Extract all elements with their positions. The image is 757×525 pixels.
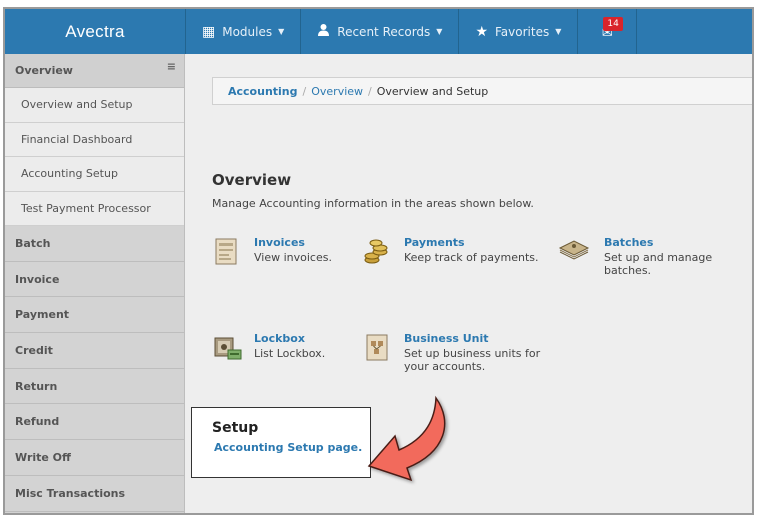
sidebar-section-return[interactable]: Return [5,368,184,405]
tile-payments-desc: Keep track of payments. [404,251,539,264]
sidebar-item-overview-setup[interactable]: Overview and Setup [5,88,184,123]
sidebar-item-test-payment-processor[interactable]: Test Payment Processor [5,191,184,226]
brand-logo[interactable]: Avectra [5,9,185,54]
modules-menu[interactable]: ▦ Modules ▼ [185,9,300,54]
page-title: Overview [212,171,292,189]
tile-business-unit-desc: Set up business units for your accounts. [404,347,541,373]
tile-business-unit: Business Unit Set up business units for … [362,332,554,373]
tile-lockbox-desc: List Lockbox. [254,347,326,360]
recent-records-label: Recent Records [337,24,431,39]
breadcrumb-separator: / [368,84,372,98]
tile-invoices-link[interactable]: Invoices [254,236,332,249]
top-nav: Avectra ▦ Modules ▼ Recent Records ▼ ★ F… [5,9,752,54]
sidebar-section-misc-transactions[interactable]: Misc Transactions [5,475,184,512]
sidebar-section-invoice[interactable]: Invoice [5,261,184,298]
tile-invoices: Invoices View invoices. [212,236,332,270]
sidebar-item-label: Test Payment Processor [21,201,151,215]
sidebar-section-label: Batch [15,236,51,250]
user-icon [317,23,330,40]
breadcrumb-overview[interactable]: Overview [311,85,363,98]
mail-button[interactable]: ✉ 14 [577,9,638,54]
sidebar-section-label: Misc Transactions [15,486,126,500]
tile-batches-desc: Set up and manage batches. [604,251,713,277]
tile-lockbox-link[interactable]: Lockbox [254,332,325,345]
invoice-document-icon [212,236,246,270]
menu-lines-icon[interactable]: ≡ [167,60,176,73]
sidebar-section-label: Payment [15,308,70,322]
sidebar-section-payment[interactable]: Payment [5,297,184,334]
app-window: Avectra ▦ Modules ▼ Recent Records ▼ ★ F… [3,7,754,515]
tile-payments-link[interactable]: Payments [404,236,539,249]
main-content: Accounting / Overview / Overview and Set… [186,54,752,513]
sidebar-section-label: Credit [15,343,53,357]
sidebar-item-label: Overview and Setup [21,98,133,112]
sidebar-section-batch[interactable]: Batch [5,226,184,262]
sidebar-item-accounting-setup[interactable]: Accounting Setup [5,157,184,192]
breadcrumb-current: Overview and Setup [376,84,489,98]
sidebar-section-write-off[interactable]: Write Off [5,440,184,476]
page-description: Manage Accounting information in the are… [212,197,534,210]
lockbox-icon [212,332,246,366]
sidebar-header-label: Overview [15,64,73,77]
favorites-label: Favorites [495,24,550,39]
sidebar-item-label: Financial Dashboard [21,132,133,146]
tile-payments: Payments Keep track of payments. [362,236,539,270]
breadcrumb: Accounting / Overview / Overview and Set… [212,77,752,105]
recent-records-menu[interactable]: Recent Records ▼ [300,9,458,54]
tile-batches: Batches Set up and manage batches. [558,236,719,277]
callout-arrow-icon [367,395,446,482]
setup-callout: Setup Accounting Setup page. [191,407,371,478]
mail-count-badge: 14 [603,17,623,31]
breadcrumb-separator: / [302,84,307,98]
tile-invoices-desc: View invoices. [254,251,332,264]
sidebar-section-label: Write Off [15,450,71,464]
tile-batches-link[interactable]: Batches [604,236,719,249]
sidebar-section-credit[interactable]: Credit [5,333,184,369]
breadcrumb-accounting[interactable]: Accounting [228,85,298,98]
modules-label: Modules [222,24,273,39]
business-unit-document-icon [362,332,396,366]
accounting-setup-link[interactable]: Accounting Setup page. [214,441,370,454]
batch-stack-icon [558,236,592,270]
sidebar-section-label: Refund [15,415,60,429]
star-icon: ★ [475,23,488,40]
coins-icon [362,236,396,270]
chevron-down-icon: ▼ [436,27,443,36]
favorites-menu[interactable]: ★ Favorites ▼ [458,9,577,54]
sidebar-section-label: Return [15,379,58,393]
puzzle-icon: ▦ [202,23,216,40]
chevron-down-icon: ▼ [278,27,285,36]
chevron-down-icon: ▼ [555,27,562,36]
sidebar-section-refund[interactable]: Refund [5,404,184,441]
sidebar-item-financial-dashboard[interactable]: Financial Dashboard [5,122,184,157]
sidebar-item-label: Accounting Setup [21,167,118,181]
sidebar: Overview ≡ Overview and Setup Financial … [5,54,185,513]
tile-business-unit-link[interactable]: Business Unit [404,332,554,345]
tile-lockbox: Lockbox List Lockbox. [212,332,325,366]
sidebar-section-label: Invoice [15,272,60,286]
sidebar-header-overview[interactable]: Overview ≡ [5,54,184,88]
setup-title: Setup [212,420,259,436]
